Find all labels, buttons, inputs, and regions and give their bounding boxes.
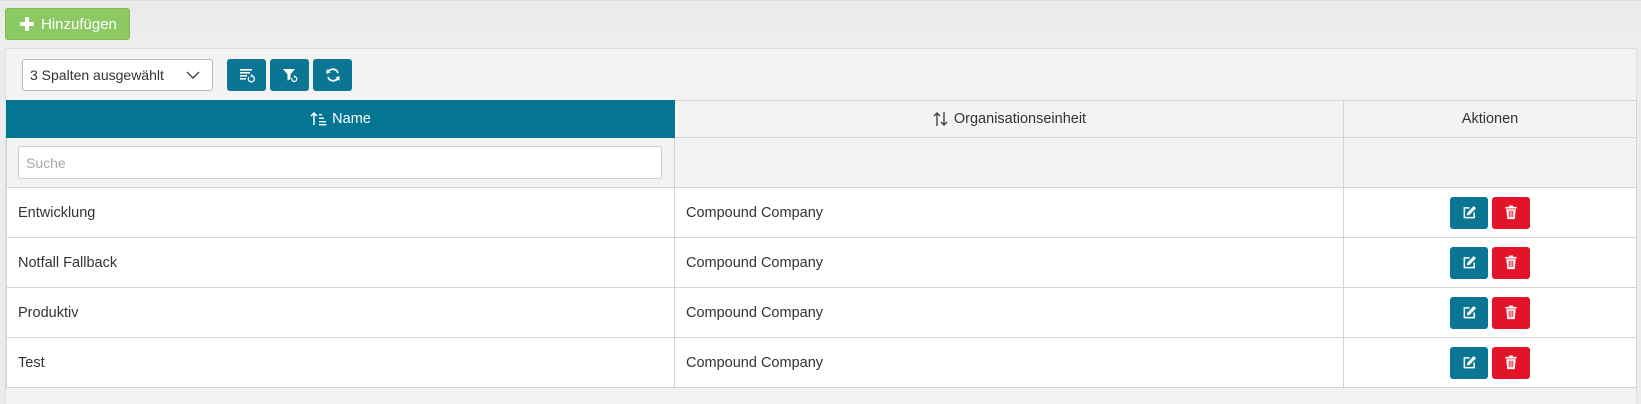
edit-icon (1463, 305, 1476, 319)
trash-icon (1505, 205, 1517, 220)
edit-button[interactable] (1450, 346, 1488, 379)
chevron-down-icon (186, 71, 200, 79)
trash-icon (1505, 355, 1517, 370)
edit-icon (1463, 355, 1476, 369)
column-select[interactable]: 3 Spalten ausgewählt (22, 59, 213, 91)
column-header-org[interactable]: Organisationseinheit (674, 100, 1344, 138)
delete-button[interactable] (1492, 246, 1530, 279)
column-header-org-label: Organisationseinheit (953, 111, 1087, 127)
table-row: Notfall Fallback Compound Company (6, 237, 1637, 288)
cell-name: Test (6, 337, 675, 388)
cell-actions (1343, 287, 1637, 338)
table-row: Produktiv Compound Company (6, 287, 1637, 338)
add-button[interactable]: Hinzufügen (5, 8, 130, 40)
refresh-button[interactable] (313, 59, 352, 91)
actions-filter-cell (1343, 137, 1637, 188)
cell-actions (1343, 337, 1637, 388)
column-chooser-button[interactable] (227, 59, 266, 91)
search-input[interactable] (18, 146, 662, 179)
cell-org: Compound Company (674, 237, 1344, 288)
delete-button[interactable] (1492, 196, 1530, 229)
edit-button[interactable] (1450, 246, 1488, 279)
top-toolbar: Hinzufügen (0, 0, 1641, 48)
cell-org: Compound Company (674, 337, 1344, 388)
refresh-icon (326, 68, 339, 82)
filter-row (6, 137, 1637, 188)
table-header-row: Name Organisationseinheit Aktionen (6, 100, 1637, 138)
cell-org: Compound Company (674, 187, 1344, 238)
column-header-actions: Aktionen (1343, 100, 1637, 138)
edit-icon (1463, 205, 1476, 219)
column-header-actions-label: Aktionen (1461, 111, 1519, 127)
column-list-icon (239, 69, 255, 83)
cell-name: Produktiv (6, 287, 675, 338)
name-filter-cell (6, 137, 675, 188)
grid-panel: 3 Spalten ausgewählt Name Organisationse… (5, 48, 1637, 404)
plus-icon (20, 17, 34, 31)
column-select-value: 3 Spalten ausgewählt (30, 67, 164, 83)
delete-button[interactable] (1492, 346, 1530, 379)
add-button-label: Hinzufügen (41, 15, 117, 33)
filter-reset-icon (282, 69, 297, 83)
column-header-name-label: Name (332, 111, 371, 127)
table-row: Test Compound Company (6, 337, 1637, 388)
sort-arrows-icon (933, 112, 948, 126)
edit-button[interactable] (1450, 296, 1488, 329)
data-table: Name Organisationseinheit Aktionen Suche… (6, 100, 1637, 388)
reset-filter-button[interactable] (270, 59, 309, 91)
sort-ascending-icon (310, 111, 327, 126)
cell-name: Entwicklung (6, 187, 675, 238)
cell-actions (1343, 187, 1637, 238)
cell-org: Compound Company (674, 287, 1344, 338)
trash-icon (1505, 305, 1517, 320)
delete-button[interactable] (1492, 296, 1530, 329)
table-row: Entwicklung Compound Company (6, 187, 1637, 238)
trash-icon (1505, 255, 1517, 270)
column-header-name[interactable]: Name (6, 100, 675, 138)
org-filter-cell (674, 137, 1344, 188)
edit-icon (1463, 255, 1476, 269)
edit-button[interactable] (1450, 196, 1488, 229)
cell-actions (1343, 237, 1637, 288)
cell-name: Notfall Fallback (6, 237, 675, 288)
